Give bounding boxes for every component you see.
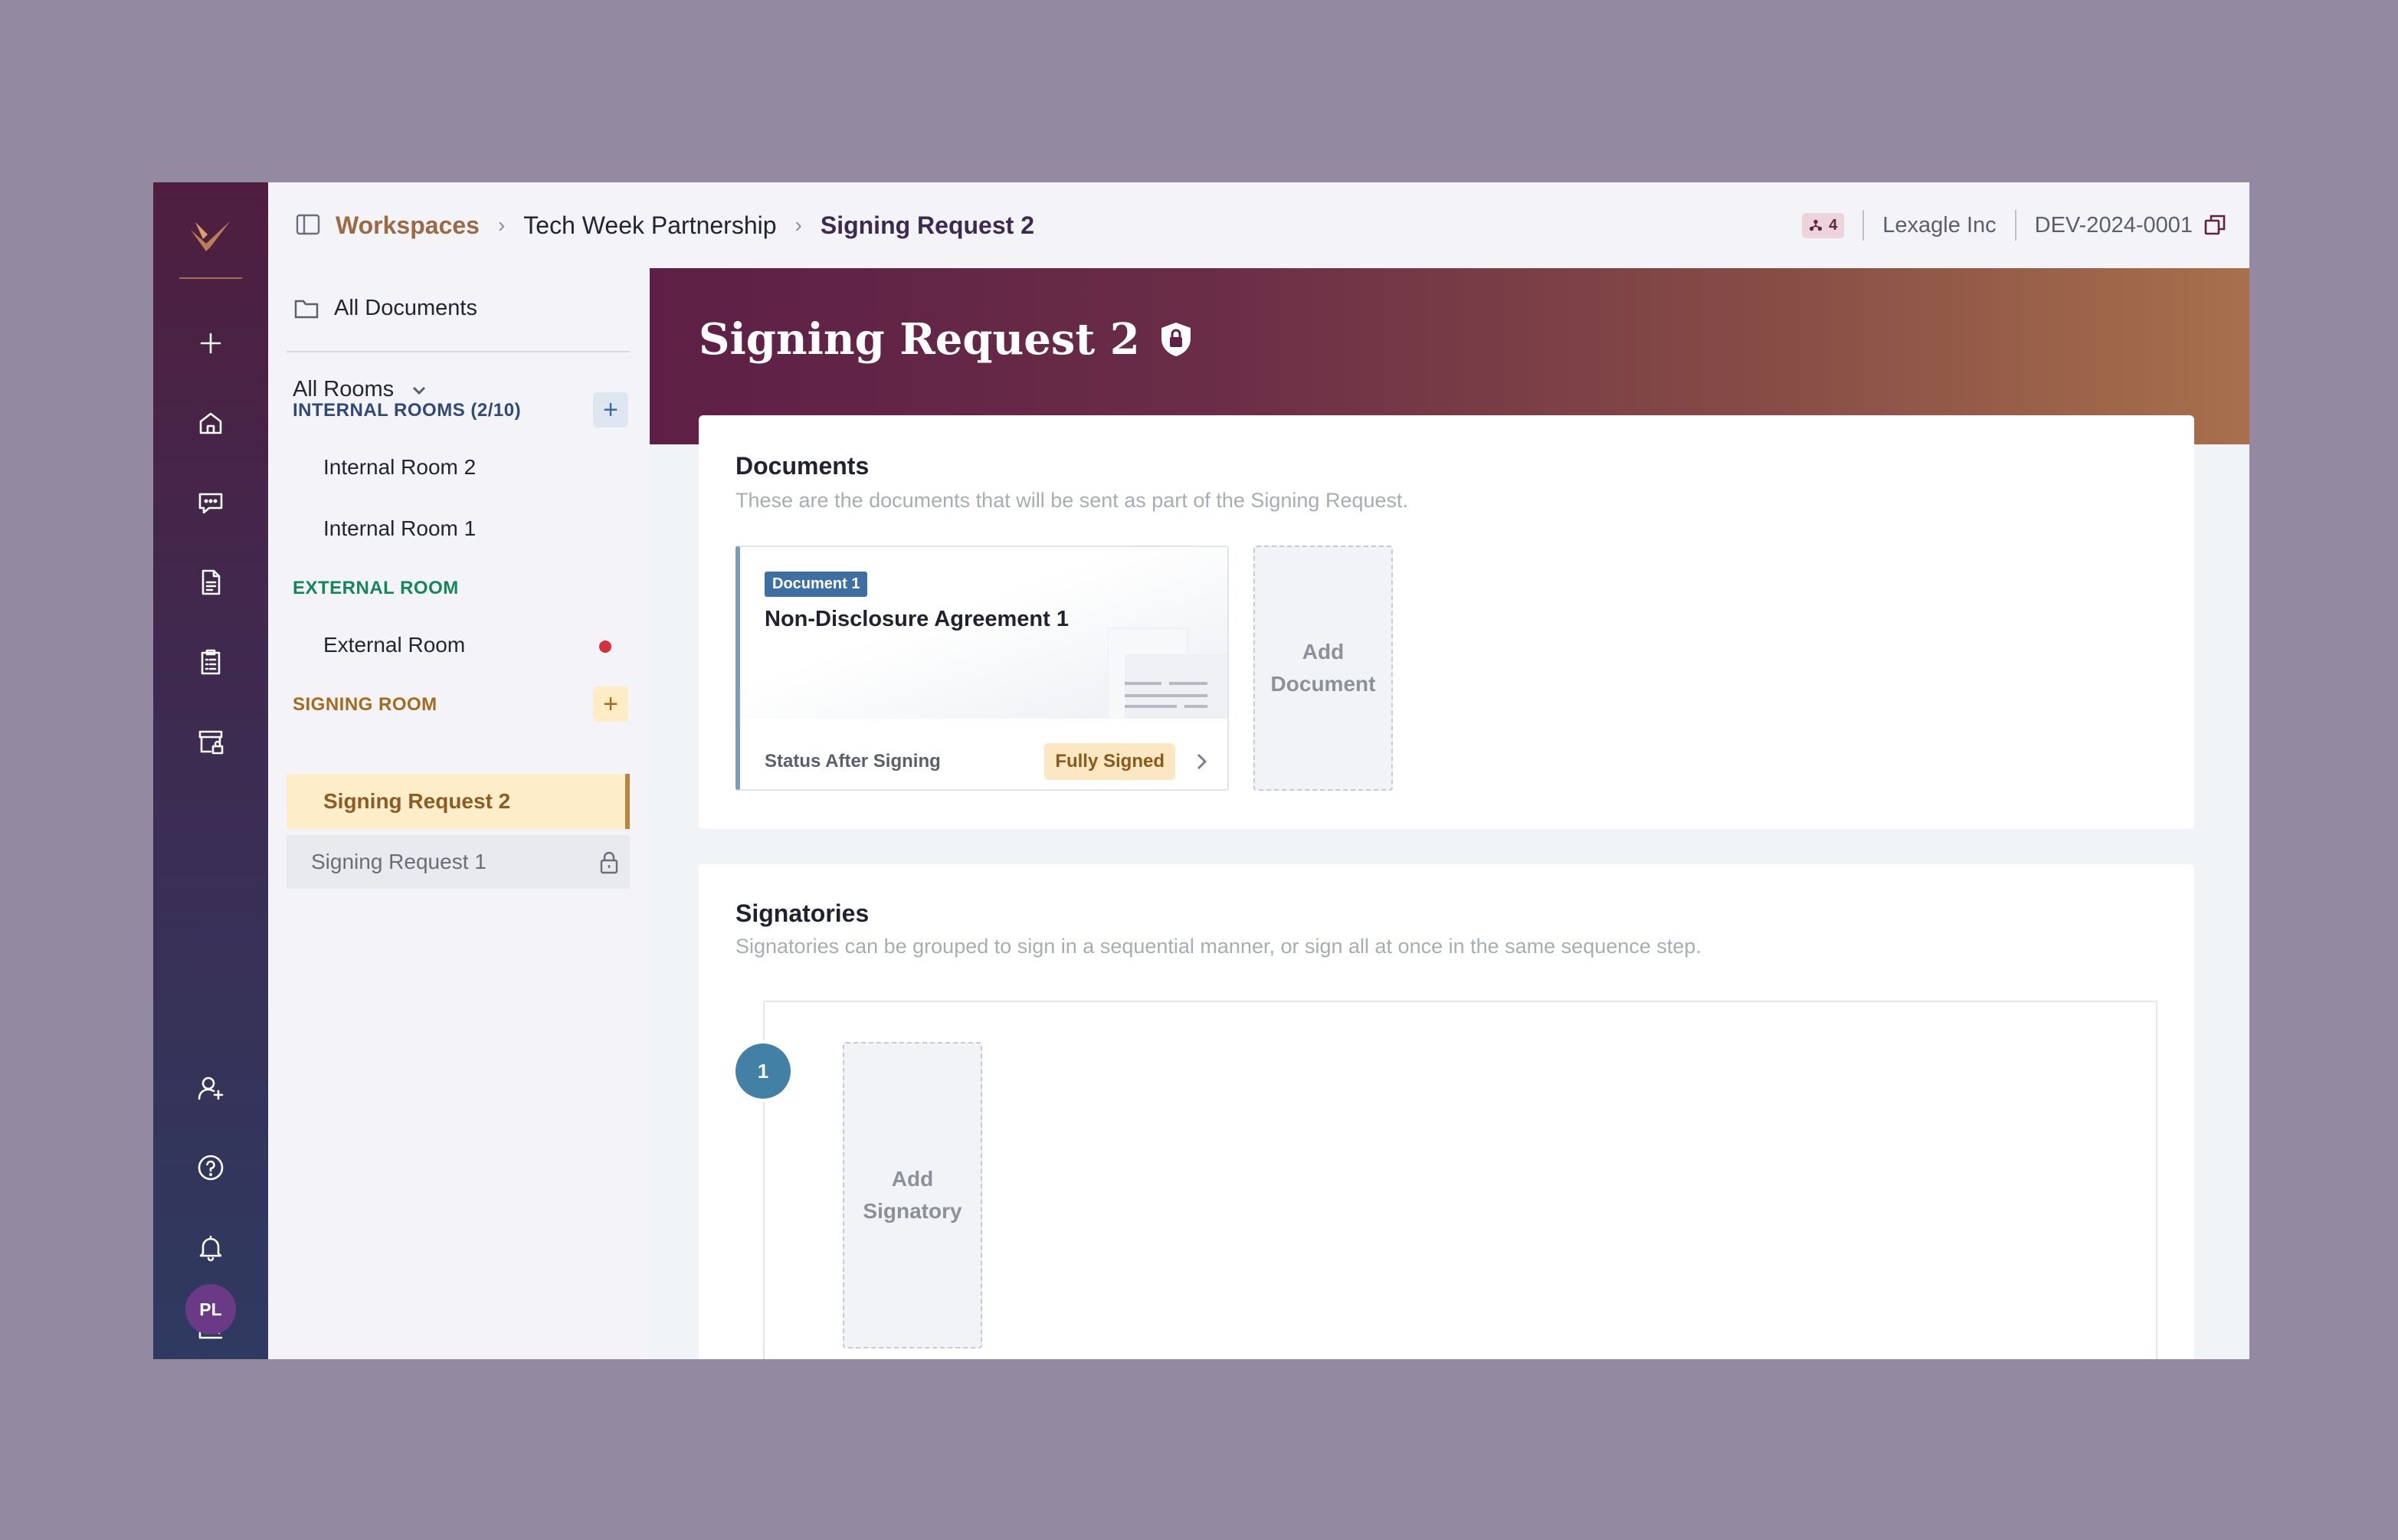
logo-icon[interactable] [188,216,234,254]
members-count: 4 [1829,216,1838,234]
top-right-info: 4 Lexagle Inc DEV-2024-0001 [1802,182,2226,268]
breadcrumb: Workspaces › Tech Week Partnership › Sig… [336,182,1034,268]
add-signatory-button[interactable]: Add Signatory [843,1042,982,1348]
room-item-signing-request-1[interactable]: Signing Request 1 [287,835,630,889]
sequence-step-badge: 1 [735,1044,791,1099]
room-item-internal-1[interactable]: Internal Room 1 [323,516,476,541]
page-title-text: Signing Request 2 [699,314,1140,365]
rail-divider [179,277,242,279]
add-document-button[interactable]: Add Document [1253,546,1393,791]
add-document-label-1: Add [1302,640,1345,664]
documents-subtitle: These are the documents that will be sen… [735,489,1409,512]
add-document-label-2: Document [1270,672,1376,696]
archive-lock-icon[interactable] [195,726,226,757]
documents-title: Documents [735,452,870,480]
chevron-right-icon: › [794,213,802,237]
documents-card: Documents These are the documents that w… [699,415,2194,829]
avatar[interactable]: PL [185,1284,236,1335]
all-rooms-label: All Rooms [293,377,395,401]
room-item-signing-request-2[interactable]: Signing Request 2 [287,774,630,829]
add-signatory-label-1: Add [891,1167,934,1191]
lock-icon [600,851,618,874]
document-name: Non-Disclosure Agreement 1 [765,607,1069,631]
signing-room-heading: SIGNING ROOM [293,694,437,715]
sidebar-toggle-icon[interactable] [296,213,320,236]
shield-lock-icon [1161,323,1191,356]
chevron-right-icon: › [497,213,506,237]
add-signatory-label-2: Signatory [863,1199,962,1223]
add-user-icon[interactable] [195,1073,226,1103]
status-label: Status After Signing [765,751,941,772]
document-icon[interactable] [195,567,226,598]
all-documents-link[interactable]: All Documents [294,296,477,321]
members-badge[interactable]: 4 [1802,212,1845,238]
home-icon[interactable] [195,408,226,438]
breadcrumb-workspace[interactable]: Tech Week Partnership [523,211,776,240]
chat-icon[interactable] [195,487,226,518]
add-internal-room-button[interactable]: + [593,392,628,428]
external-room-heading: EXTERNAL ROOM [293,578,459,598]
all-rooms-dropdown[interactable]: All Rooms [293,377,428,402]
document-card[interactable]: Document 1 Non-Disclosure Agreement 1 St… [735,546,1229,791]
divider [2014,210,2016,241]
app-window: PL Workspaces › Tech Week Partnership › … [153,182,2249,1359]
signatories-title: Signatories [735,899,870,927]
unread-dot [599,641,611,653]
room-item-label: Signing Request 2 [323,789,511,813]
room-item-internal-2[interactable]: Internal Room 2 [323,455,476,480]
plus-icon[interactable] [195,328,226,359]
chevron-down-icon [413,386,426,395]
content-area: Signing Request 2 Documents These are th… [650,268,2249,1359]
copy-icon[interactable] [2203,214,2226,237]
internal-rooms-heading: INTERNAL ROOMS (2/10) [293,400,522,421]
document-thumbnail-icon [1108,627,1227,719]
nav-rail: PL [153,182,268,1359]
status-badge[interactable]: Fully Signed [1044,743,1175,780]
signatories-card: Signatories Signatories can be grouped t… [699,864,2194,1359]
org-name: Lexagle Inc [1882,212,1997,238]
matter-id: DEV-2024-0001 [2034,212,2193,238]
bell-icon[interactable] [195,1232,226,1263]
breadcrumb-current: Signing Request 2 [820,211,1034,239]
folder-icon [294,300,319,318]
room-item-label: Signing Request 1 [311,850,486,873]
divider [287,351,630,352]
help-icon[interactable] [195,1152,226,1183]
chevron-right-icon[interactable] [1194,752,1209,771]
breadcrumb-workspaces[interactable]: Workspaces [336,211,480,240]
document-tag: Document 1 [765,572,868,597]
clipboard-icon[interactable] [195,647,226,677]
members-icon [1810,219,1823,231]
add-signing-request-button[interactable]: + [593,686,628,722]
page-title: Signing Request 2 [699,314,1194,365]
divider [1862,210,1865,241]
document-status-row: Status After Signing Fully Signed [765,743,1209,780]
rooms-sidebar: All Documents All Rooms INTERNAL ROOMS (… [268,268,650,1359]
document-preview: Document 1 Non-Disclosure Agreement 1 [740,547,1227,719]
room-item-external[interactable]: External Room [323,633,465,657]
top-bar: Workspaces › Tech Week Partnership › Sig… [268,182,2249,268]
all-documents-label: All Documents [334,296,477,320]
signatories-subtitle: Signatories can be grouped to sign in a … [735,935,1702,958]
main-area: Workspaces › Tech Week Partnership › Sig… [268,182,2249,1359]
